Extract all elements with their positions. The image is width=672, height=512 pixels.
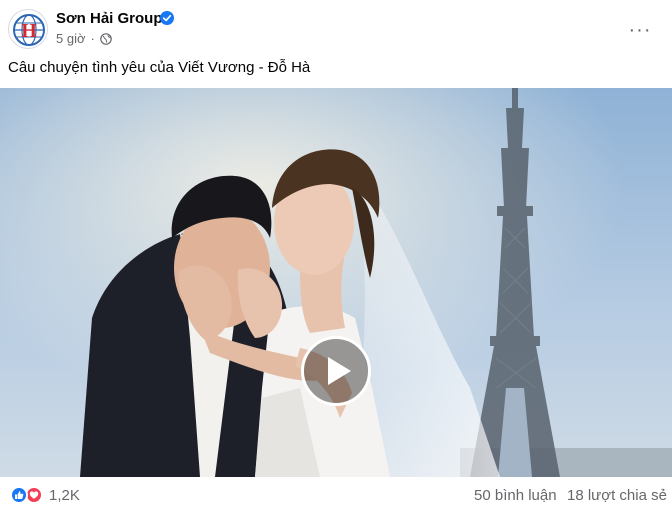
post-header: H Sơn Hải Group 5 giờ · ··· <box>0 0 672 56</box>
post-meta: 5 giờ · <box>56 31 112 46</box>
verified-badge-icon <box>160 11 174 25</box>
play-icon <box>328 357 351 385</box>
reactions-summary[interactable]: 1,2K <box>10 486 80 504</box>
reactions-count: 1,2K <box>49 486 80 504</box>
more-horizontal-icon: ··· <box>628 19 652 41</box>
video-thumbnail <box>0 88 672 477</box>
comments-count-link[interactable]: 50 bình luận <box>474 487 557 504</box>
post-caption: Câu chuyện tình yêu của Viết Vương - Đỗ … <box>8 59 311 76</box>
avatar-monogram: H <box>21 20 37 42</box>
meta-separator: · <box>90 31 95 46</box>
post-timestamp[interactable]: 5 giờ <box>56 31 86 46</box>
engagement-bar: 1,2K 50 bình luận 18 lượt chia sẻ <box>0 477 672 512</box>
page-name[interactable]: Sơn Hải Group <box>56 10 163 27</box>
more-options-button[interactable]: ··· <box>625 15 655 45</box>
page-avatar[interactable]: H <box>8 9 48 49</box>
play-button[interactable] <box>301 336 371 406</box>
feed-post: H Sơn Hải Group 5 giờ · ··· Câu chuyện t… <box>0 0 672 512</box>
like-reaction-icon <box>10 486 28 504</box>
video-player[interactable] <box>0 88 672 477</box>
shares-count-link[interactable]: 18 lượt chia sẻ <box>567 487 667 504</box>
globe-icon[interactable] <box>100 32 112 45</box>
